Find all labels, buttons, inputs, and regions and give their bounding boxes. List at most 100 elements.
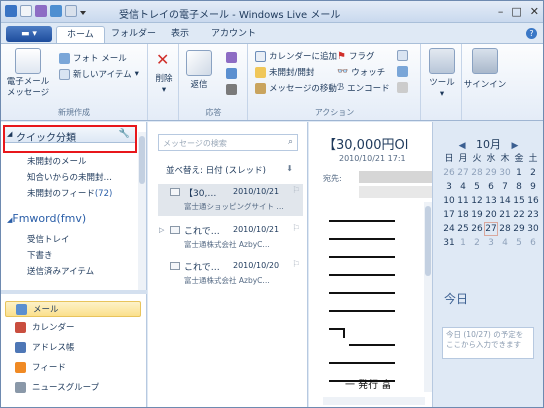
signin-button[interactable]: サインイン	[463, 80, 507, 91]
expand-triangle-icon[interactable]: ▷	[159, 226, 164, 234]
calendar-day[interactable]: 28	[498, 222, 512, 236]
tab-view[interactable]: 表示	[161, 26, 199, 43]
nav-feeds[interactable]: フィード	[15, 361, 66, 373]
nav-newsgroups[interactable]: ニュースグループ	[15, 381, 99, 393]
photo-email-button[interactable]: フォト メール	[59, 52, 127, 64]
send-receive-icon[interactable]	[50, 5, 62, 17]
calendar-day[interactable]: 5	[470, 180, 484, 194]
instant-message-icon[interactable]	[226, 84, 237, 95]
collapse-triangle-icon[interactable]: ◢	[7, 130, 12, 138]
paste-icon[interactable]	[397, 66, 408, 77]
calendar-day[interactable]: 2	[470, 236, 484, 250]
calendar-day[interactable]: 19	[470, 208, 484, 222]
sort-direction-icon[interactable]: ⬇	[286, 164, 293, 173]
calendar-day[interactable]: 23	[526, 208, 540, 222]
calendar-day[interactable]: 2	[526, 166, 540, 180]
nav-mail[interactable]: メール	[5, 301, 141, 317]
calendar-day[interactable]: 1	[456, 236, 470, 250]
reading-hscrollbar[interactable]	[323, 397, 425, 405]
nav-calendar[interactable]: カレンダー	[15, 321, 75, 333]
next-month-icon[interactable]: ▶	[512, 141, 519, 151]
calendar-day[interactable]: 4	[456, 180, 470, 194]
tab-home[interactable]: ホーム	[56, 26, 105, 43]
encode-button[interactable]: ℬ エンコード	[337, 82, 390, 94]
calendar-day[interactable]: 5	[512, 236, 526, 250]
delete-icon[interactable]	[65, 5, 77, 17]
search-input[interactable]: メッセージの検索 ⌕	[158, 134, 298, 151]
account-name[interactable]: ◢Fmword(fmv)	[7, 212, 86, 225]
folder-unread-mail[interactable]: 未開封のメール	[27, 155, 87, 167]
forward-icon[interactable]	[226, 68, 237, 79]
search-icon[interactable]: ⌕	[288, 137, 293, 147]
find-icon[interactable]	[397, 82, 408, 93]
new-items-button[interactable]: 新しいアイテム ▾	[59, 68, 139, 80]
calendar-day[interactable]: 13	[484, 194, 498, 208]
quick-views-header[interactable]: ◢ クイック分類 🔧	[3, 125, 137, 144]
wrench-icon[interactable]: 🔧	[119, 129, 130, 139]
calendar-day[interactable]: 26	[442, 166, 456, 180]
tools-button[interactable]: ツール ▾	[422, 78, 462, 100]
calendar-day[interactable]: 10	[442, 194, 456, 208]
flag-icon[interactable]: ⚐	[292, 224, 300, 234]
reply-all-icon[interactable]	[226, 52, 237, 63]
calendar-day[interactable]: 8	[512, 180, 526, 194]
reading-scrollbar[interactable]	[424, 202, 432, 392]
calendar-day[interactable]: 6	[526, 236, 540, 250]
folder-scrollbar[interactable]	[138, 132, 146, 292]
delete-button[interactable]: 削除 ▾	[149, 74, 179, 96]
reading-scroll-thumb[interactable]	[425, 206, 431, 276]
flag-icon[interactable]: ⚐	[292, 260, 300, 270]
calendar-day[interactable]: 29	[484, 166, 498, 180]
flag-button[interactable]: ⚑ フラグ	[337, 50, 374, 63]
help-icon[interactable]: ?	[526, 28, 537, 39]
folder-inbox[interactable]: 受信トレイ	[27, 233, 70, 245]
today-input[interactable]: 今日 (10/27) の予定をここから入力できます	[442, 327, 534, 359]
new-icon[interactable]	[20, 5, 32, 17]
calendar-day[interactable]: 16	[526, 194, 540, 208]
folder-sent[interactable]: 送信済みアイテム	[27, 265, 94, 277]
calendar-day[interactable]: 3	[442, 180, 456, 194]
calendar-day[interactable]: 26	[470, 222, 484, 236]
tab-account[interactable]: アカウント	[201, 26, 266, 43]
calendar-day[interactable]: 31	[442, 236, 456, 250]
calendar-day[interactable]: 25	[456, 222, 470, 236]
reply-icon[interactable]	[35, 5, 47, 17]
tab-folder[interactable]: フォルダー	[101, 26, 166, 43]
calendar-day[interactable]: 7	[498, 180, 512, 194]
folder-drafts[interactable]: 下書き	[27, 249, 53, 261]
calendar-day[interactable]: 3	[484, 236, 498, 250]
calendar-day[interactable]: 6	[484, 180, 498, 194]
flag-icon[interactable]: ⚐	[292, 186, 300, 196]
calendar-day[interactable]: 22	[512, 208, 526, 222]
reply-button[interactable]: 返信	[182, 80, 216, 91]
folder-unread-feeds[interactable]: 未開封のフィード(72)	[27, 187, 112, 199]
calendar-day[interactable]: 15	[512, 194, 526, 208]
copy-icon[interactable]	[397, 50, 408, 61]
calendar-day[interactable]: 12	[470, 194, 484, 208]
move-message-button[interactable]: メッセージの移動	[255, 82, 337, 94]
calendar-day[interactable]: 24	[442, 222, 456, 236]
close-icon[interactable]: ✕	[530, 5, 539, 18]
calendar-day[interactable]: 4	[498, 236, 512, 250]
message-row[interactable]: ▷ これで… 2010/10/21 ⚐ 富士通株式会社 AzbyC…	[158, 222, 303, 254]
folder-scroll-thumb[interactable]	[139, 136, 145, 184]
maximize-icon[interactable]: □	[511, 5, 521, 18]
calendar-day[interactable]: 21	[498, 208, 512, 222]
calendar-day[interactable]: 20	[484, 208, 498, 222]
calendar-day[interactable]: 28	[470, 166, 484, 180]
folder-unread-from-contacts[interactable]: 知合いからの未開封…	[27, 171, 112, 183]
calendar-day[interactable]: 18	[456, 208, 470, 222]
minimize-icon[interactable]: –	[498, 5, 504, 18]
add-to-calendar-button[interactable]: カレンダーに追加	[255, 50, 337, 62]
calendar-day[interactable]: 11	[456, 194, 470, 208]
message-row[interactable]: 【30,… 2010/10/21 ⚐ 富士通ショッピングサイト …	[158, 184, 303, 216]
email-message-button[interactable]: 電子メール メッセージ	[3, 77, 53, 99]
prev-month-icon[interactable]: ◀	[459, 141, 466, 151]
calendar-day[interactable]: 9	[526, 180, 540, 194]
calendar-day[interactable]: 1	[512, 166, 526, 180]
calendar-day[interactable]: 30	[526, 222, 540, 236]
calendar-day[interactable]: 27	[456, 166, 470, 180]
customize-chevron-icon[interactable]	[80, 11, 86, 15]
calendar-day[interactable]: 14	[498, 194, 512, 208]
message-row[interactable]: これで… 2010/10/20 ⚐ 富士通株式会社 AzbyC…	[158, 258, 303, 290]
